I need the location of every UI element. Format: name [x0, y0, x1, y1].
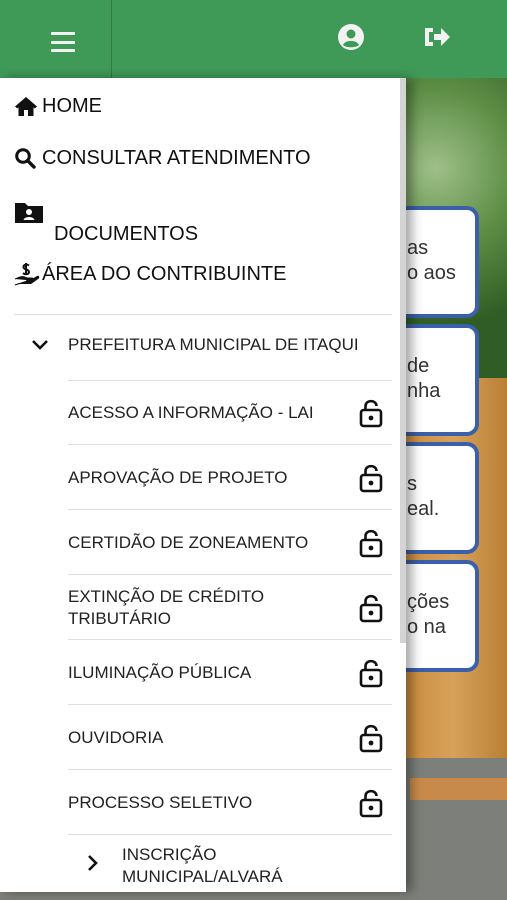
nav-item-label: HOME — [42, 94, 102, 117]
service-item-label: ACESSO A INFORMAÇÃO - LAI — [68, 402, 314, 422]
service-item-label: EXTINÇÃO DE CRÉDITO TRIBUTÁRIO — [68, 586, 265, 628]
service-card[interactable]: ções o na — [395, 564, 475, 668]
service-card[interactable]: s eal. — [395, 446, 475, 550]
hamburger-icon — [50, 32, 75, 52]
lock-icon — [359, 464, 383, 492]
service-card[interactable]: de nha — [395, 328, 475, 432]
subgroup-title: INSCRIÇÃO MUNICIPAL/ALVARÁ — [122, 845, 283, 886]
lock-icon — [359, 529, 383, 557]
group-prefeitura-itaqui[interactable]: PREFEITURA MUNICIPAL DE ITAQUI — [30, 335, 359, 355]
service-item-label: PROCESSO SELETIVO — [68, 792, 253, 812]
nav-item-label: CONSULTAR ATENDIMENTO — [42, 146, 311, 169]
card-text: eal. — [407, 498, 440, 520]
chevron-down-icon — [30, 338, 54, 352]
nav-item-home[interactable]: HOME — [14, 94, 102, 118]
nav-item-consultar[interactable]: CONSULTAR ATENDIMENTO — [14, 146, 311, 170]
card-text: nha — [407, 380, 441, 402]
service-item[interactable]: ACESSO A INFORMAÇÃO - LAI — [68, 381, 392, 445]
top-bar — [0, 0, 507, 78]
service-item-label: OUVIDORIA — [68, 727, 164, 747]
nav-item-documentos[interactable]: DOCUMENTOS — [14, 200, 198, 246]
lock-icon — [359, 789, 383, 817]
chevron-right-icon — [86, 853, 108, 879]
service-card[interactable]: as o aos — [395, 210, 475, 314]
card-text: o aos — [407, 262, 456, 284]
lock-icon — [359, 594, 383, 622]
group-title: PREFEITURA MUNICIPAL DE ITAQUI — [68, 335, 359, 354]
nav-item-label: DOCUMENTOS — [54, 223, 199, 245]
card-text: s — [407, 473, 417, 495]
search-icon — [14, 146, 40, 170]
service-item-label: CERTIDÃO DE ZONEAMENTO — [68, 532, 309, 552]
logout-icon[interactable] — [422, 22, 452, 52]
hand-coin-icon — [14, 262, 40, 286]
side-drawer: HOME CONSULTAR ATENDIMENTO DOCUMENTOS ÁR… — [0, 78, 406, 892]
service-item-label: APROVAÇÃO DE PROJETO — [68, 467, 288, 487]
service-item[interactable]: OUVIDORIA — [68, 706, 392, 770]
card-text: as — [407, 237, 429, 259]
service-item[interactable]: APROVAÇÃO DE PROJETO — [68, 446, 392, 510]
user-account-icon[interactable] — [336, 22, 366, 52]
card-text: de — [407, 355, 430, 377]
card-text: ções — [407, 591, 450, 613]
service-item[interactable]: ILUMINAÇÃO PÚBLICA — [68, 641, 392, 705]
drawer-scrollbar[interactable] — [400, 78, 406, 643]
card-text: o na — [407, 616, 446, 638]
menu-toggle-button[interactable] — [14, 0, 112, 78]
nav-item-area-contribuinte[interactable]: ÁREA DO CONTRIBUINTE — [14, 262, 286, 286]
home-icon — [14, 94, 40, 118]
nav-item-label: ÁREA DO CONTRIBUINTE — [42, 262, 287, 285]
service-item[interactable]: EXTINÇÃO DE CRÉDITO TRIBUTÁRIO — [68, 576, 392, 640]
subgroup-inscricao-municipal[interactable]: INSCRIÇÃO MUNICIPAL/ALVARÁ — [86, 844, 322, 888]
lock-icon — [359, 659, 383, 687]
lock-icon — [359, 724, 383, 752]
folder-user-icon — [14, 200, 52, 246]
service-item[interactable]: CERTIDÃO DE ZONEAMENTO — [68, 511, 392, 575]
service-item[interactable]: PROCESSO SELETIVO — [68, 771, 392, 835]
lock-icon — [359, 399, 383, 427]
divider — [14, 314, 392, 315]
service-item-label: ILUMINAÇÃO PÚBLICA — [68, 662, 252, 682]
